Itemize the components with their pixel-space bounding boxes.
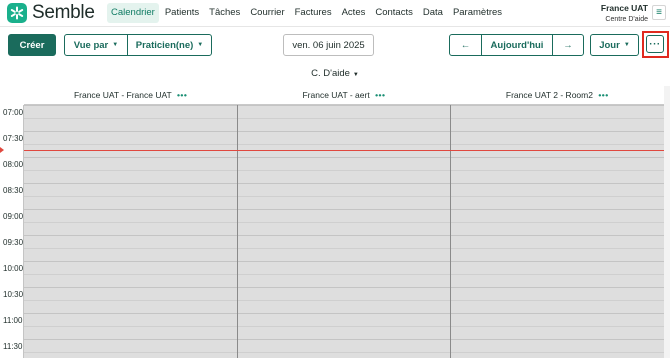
quarter-line [24, 222, 664, 223]
quarter-line [24, 300, 664, 301]
more-dots-icon: ··· [649, 38, 661, 50]
semble-logo-icon [7, 3, 27, 23]
brand-name: Semble [32, 2, 95, 23]
quarter-line [24, 196, 664, 197]
time-gutter: 07:00 07:30 08:00 08:30 09:00 09:30 10:0… [0, 105, 24, 358]
column-title: France UAT - France UAT [73, 90, 172, 100]
quarter-line [24, 118, 664, 119]
chevron-down-icon: ▼ [112, 42, 119, 48]
time-label: 10:00 [3, 264, 24, 273]
period-dropdown[interactable]: Jour ▼ [590, 34, 639, 56]
current-time-line [24, 150, 664, 151]
chevron-down-icon: ▼ [623, 42, 630, 48]
date-picker[interactable]: ven. 06 juin 2025 [283, 34, 374, 56]
user-name: France UAT [600, 3, 648, 13]
hamburger-icon[interactable]: ≡ [652, 5, 666, 20]
help-center-dropdown[interactable]: C. D'aide ▼ [0, 68, 670, 79]
create-button-label: Créer [19, 39, 45, 51]
time-label: 11:30 [3, 342, 23, 351]
column-menu-icon[interactable]: ••• [375, 90, 385, 100]
more-options-button[interactable]: ··· [646, 35, 664, 53]
time-label: 09:00 [3, 212, 24, 221]
time-label: 10:30 [3, 290, 24, 299]
hour-line [24, 105, 664, 106]
chevron-down-icon: ▼ [197, 42, 204, 48]
current-time-marker [0, 147, 4, 153]
column-menu-icon[interactable]: ••• [177, 90, 187, 100]
arrow-right-icon: → [563, 39, 573, 51]
more-options-highlight: ··· [642, 31, 669, 58]
practitioner-label: Praticien(ne) [135, 39, 194, 51]
nav-item-calendrier[interactable]: Calendrier [107, 3, 159, 23]
main-nav: Calendrier Patients Tâches Courrier Fact… [107, 3, 508, 23]
column-header: France UAT 2 - Room2 ••• [451, 86, 664, 104]
help-center-label: C. D'aide [311, 68, 350, 79]
period-label: Jour [599, 39, 620, 51]
quarter-line [24, 326, 664, 327]
half-hour-line [24, 131, 664, 132]
time-label: 07:00 [3, 108, 24, 117]
user-account[interactable]: France UAT Centre D'aide [601, 3, 648, 25]
hour-line [24, 261, 664, 262]
time-label: 11:00 [3, 316, 23, 325]
half-hour-line [24, 183, 664, 184]
semble-logo[interactable]: Semble [7, 3, 95, 23]
time-label: 08:00 [3, 160, 24, 169]
nav-item-factures[interactable]: Factures [291, 3, 336, 23]
quarter-line [24, 144, 664, 145]
column-title: France UAT - aert [302, 90, 370, 100]
nav-item-patients[interactable]: Patients [161, 3, 203, 23]
nav-item-data[interactable]: Data [419, 3, 447, 23]
calendar-grid[interactable] [24, 105, 664, 358]
create-button[interactable]: Créer [8, 34, 56, 56]
user-practice: Centre D'aide [605, 16, 648, 23]
chevron-down-icon: ▼ [352, 72, 359, 78]
quarter-line [24, 248, 664, 249]
column-menu-icon[interactable]: ••• [598, 90, 608, 100]
next-button[interactable]: → [552, 34, 584, 56]
column-divider [450, 105, 451, 358]
column-divider [237, 105, 238, 358]
hour-line [24, 313, 664, 314]
calendar-column-headers: France UAT - France UAT ••• France UAT -… [24, 86, 664, 105]
nav-item-taches[interactable]: Tâches [205, 3, 244, 23]
time-label: 08:30 [3, 186, 24, 195]
quarter-line [24, 352, 664, 353]
hour-line [24, 209, 664, 210]
previous-button[interactable]: ← [449, 34, 482, 56]
arrow-left-icon: ← [460, 39, 471, 51]
time-label: 09:30 [3, 238, 24, 247]
quarter-line [24, 274, 664, 275]
half-hour-line [24, 235, 664, 236]
half-hour-line [24, 287, 664, 288]
nav-item-actes[interactable]: Actes [338, 3, 370, 23]
top-navigation-bar: Semble Calendrier Patients Tâches Courri… [0, 0, 670, 27]
date-label: ven. 06 juin 2025 [292, 39, 365, 51]
time-label: 07:30 [3, 134, 24, 143]
view-by-dropdown[interactable]: Vue par ▼ [64, 34, 128, 56]
today-label: Aujourd'hui [490, 39, 544, 51]
vertical-scrollbar[interactable] [664, 86, 670, 358]
nav-item-parametres[interactable]: Paramètres [449, 3, 506, 23]
nav-item-courrier[interactable]: Courrier [246, 3, 288, 23]
half-hour-line [24, 339, 664, 340]
today-button[interactable]: Aujourd'hui [481, 34, 553, 56]
hour-line [24, 157, 664, 158]
view-by-label: Vue par [73, 39, 109, 51]
nav-item-contacts[interactable]: Contacts [371, 3, 417, 23]
column-header: France UAT - France UAT ••• [24, 86, 237, 104]
quarter-line [24, 170, 664, 171]
practitioner-dropdown[interactable]: Praticien(ne) ▼ [127, 34, 212, 56]
column-header: France UAT - aert ••• [237, 86, 450, 104]
column-title: France UAT 2 - Room2 [505, 90, 593, 100]
